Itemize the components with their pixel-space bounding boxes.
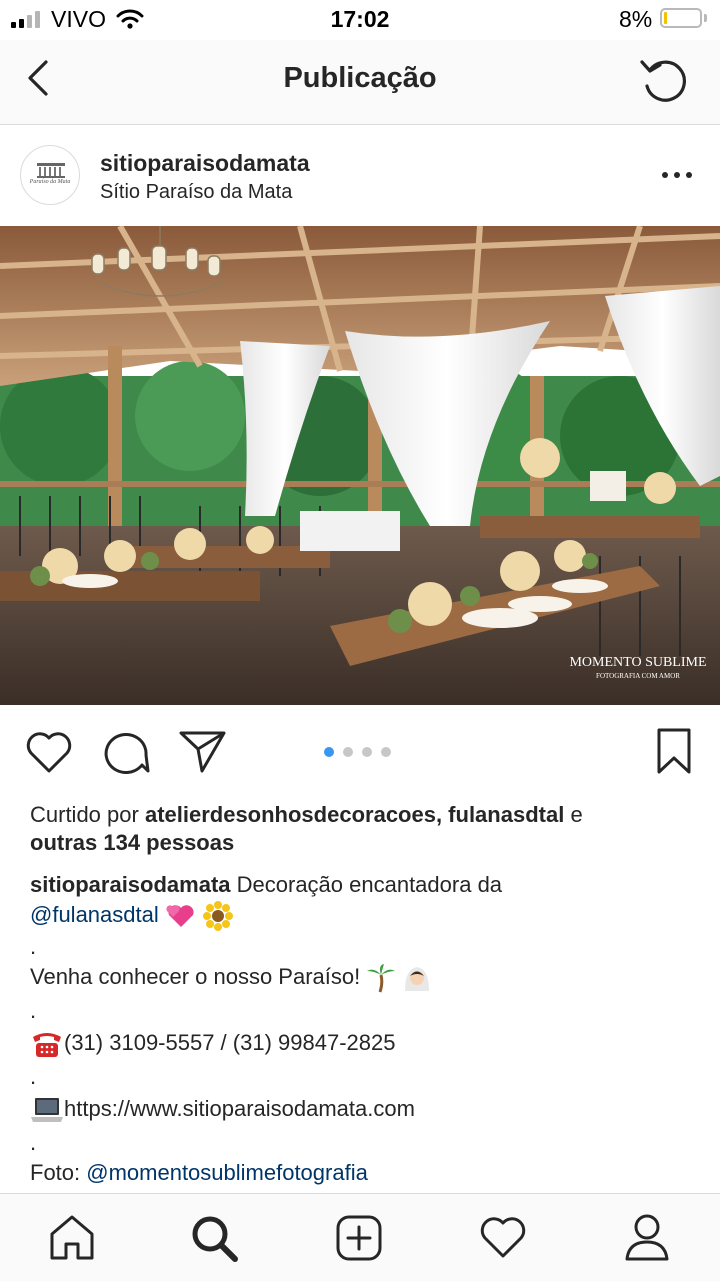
add-post-icon[interactable] [335,1214,383,1262]
save-button[interactable] [656,727,692,775]
watermark-line2: FOTOGRAFIA COM AMOR [596,672,680,680]
page-title: Publicação [283,62,437,94]
palm-tree-icon [367,964,396,993]
carousel-dot [362,747,372,757]
post-photo[interactable]: MOMENTO SUBLIME FOTOGRAFIA COM AMOR [0,226,720,705]
nav-header: Publicação [0,40,720,125]
likes-conj: e [564,802,583,827]
caption-url[interactable]: https://www.sitioparaisodamata.com [64,1096,415,1121]
carousel-dot [343,747,353,757]
post-location[interactable]: Sítio Paraíso da Mata [100,181,292,204]
likes-others[interactable]: outras 134 pessoas [30,828,234,858]
battery-percent: 8% [619,6,653,32]
search-icon[interactable] [190,1214,240,1264]
sparkling-hearts-icon [166,905,194,928]
caption-credit-line: Foto: @momentosublimefotografia [30,1158,368,1188]
home-icon[interactable] [48,1214,96,1262]
clock: 17:02 [330,6,390,32]
likes-prefix: Curtido por [30,802,145,827]
carousel-dot [381,747,391,757]
venue-logo-icon [37,163,65,178]
battery-tip [704,14,707,22]
watermark-line1: MOMENTO SUBLIME [569,655,706,670]
caption-dot-3: . [30,1064,37,1089]
caption-phone-line: (31) 3109-5557 / (31) 99847-2825 [30,1028,395,1059]
comment-button[interactable] [102,729,150,775]
post-header: Paraíso da Mata sitioparaisodamata Sítio… [0,125,720,225]
laptop-icon [31,1098,63,1123]
caption-dot-2: . [30,998,37,1023]
status-bar: VIVO 17:02 8% [0,0,720,40]
post-username[interactable]: sitioparaisodamata [100,150,310,177]
carousel-dot [324,747,334,757]
sunflower-icon [203,901,233,932]
likes-line[interactable]: Curtido por atelierdesonhosdecoracoes, f… [30,800,583,830]
caption-line-1: sitioparaisodamata Decoração encantadora… [30,870,502,900]
activity-heart-icon[interactable] [478,1216,528,1260]
caption-credit-prefix: Foto: [30,1160,87,1185]
caption-mention[interactable]: @fulanasdtal [30,902,159,927]
bride-with-veil-icon [405,967,430,992]
more-options-icon[interactable] [660,169,694,181]
like-button[interactable] [24,729,74,775]
carousel-indicator [324,747,404,757]
caption-dot-1: . [30,934,37,959]
telephone-icon [33,1033,61,1058]
bottom-tab-bar [0,1193,720,1281]
wedding-venue-image: MOMENTO SUBLIME FOTOGRAFIA COM AMOR [0,226,720,705]
battery-icon [660,8,702,28]
avatar[interactable]: Paraíso da Mata [20,145,80,205]
caption-credit-mention[interactable]: @momentosublimefotografia [86,1160,368,1185]
refresh-button[interactable] [638,56,690,104]
caption-phone: (31) 3109-5557 / (31) 99847-2825 [64,1030,396,1055]
caption-dot-4: . [30,1130,37,1155]
caption-username[interactable]: sitioparaisodamata [30,872,231,897]
likes-names[interactable]: atelierdesonhosdecoracoes, fulanasdtal [145,802,564,827]
caption-line-3: Venha conhecer o nosso Paraíso! [30,962,432,993]
caption-line-2: @fulanasdtal [30,900,233,932]
avatar-logo-text: Paraíso da Mata [29,179,71,185]
caption-url-line: https://www.sitioparaisodamata.com [30,1094,415,1124]
caption-text-1: Decoração encantadora da [230,872,503,897]
share-button[interactable] [178,729,228,775]
profile-icon[interactable] [623,1212,671,1262]
caption-text-2: Venha conhecer o nosso Paraíso! [30,964,367,989]
post-actions [0,705,720,795]
